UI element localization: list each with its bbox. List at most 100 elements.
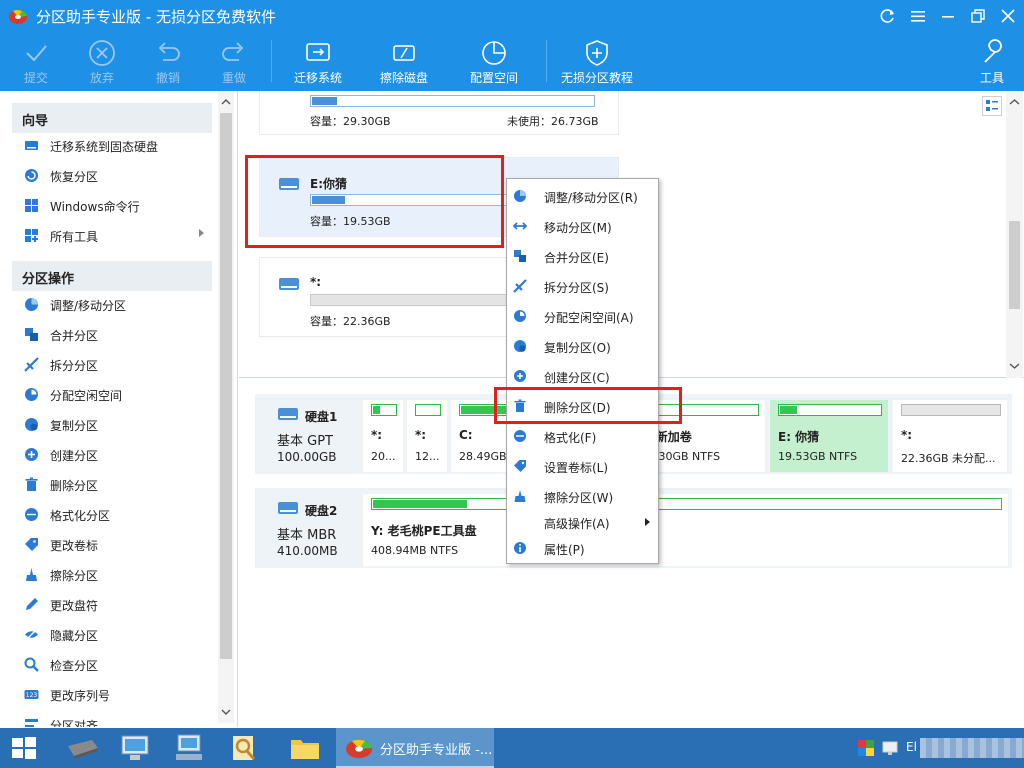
allocate-space-icon [482, 41, 506, 65]
menu-item-format[interactable]: 格式化(F) [507, 421, 658, 451]
menu-item-merge-partition[interactable]: 合并分区(E) [507, 241, 658, 271]
tray-language-indicator[interactable]: El [906, 740, 917, 754]
close-window-button[interactable] [994, 4, 1022, 28]
sidebar-item-delete-partition[interactable]: 删除分区 [12, 470, 212, 500]
toolbar-allocate-space-button[interactable]: 配置空间 [464, 36, 524, 88]
sidebar-item-migrate-ssd[interactable]: 迁移系统到固态硬盘 [12, 131, 212, 161]
info-icon [514, 542, 526, 554]
sidebar-item-align-partition[interactable]: 分区对齐 [12, 710, 212, 727]
menu-item-allocate-space[interactable]: 分配空闲空间(A) [507, 301, 658, 331]
disk-segment[interactable]: *: 12... [407, 400, 447, 472]
sidebar-item-change-label[interactable]: 更改卷标 [12, 530, 212, 560]
minimize-button[interactable] [934, 4, 962, 28]
sidebar-item-copy-partition[interactable]: 复制分区 [12, 410, 212, 440]
menu-icon [911, 11, 925, 22]
start-button[interactable] [0, 730, 54, 766]
menu-item-split-partition[interactable]: 拆分分区(S) [507, 271, 658, 301]
disk-header: 硬盘2 基本 MBR 410.00MB [255, 488, 360, 568]
list-view-icon [986, 100, 998, 111]
tray-clock-redacted [920, 738, 1024, 758]
disk-segment-selected[interactable]: E: 你猜 19.53GB NTFS [770, 400, 888, 472]
sidebar-item-merge-partition[interactable]: 合并分区 [12, 320, 212, 350]
sidebar-scrollbar-thumb[interactable] [220, 113, 232, 659]
taskbar-app-search[interactable] [218, 730, 272, 766]
toolbar-migrate-button[interactable]: 迁移系统 [288, 36, 348, 88]
menu-item-properties[interactable]: 属性(P) [507, 533, 658, 563]
context-menu: 调整/移动分区(R) 移动分区(M) 合并分区(E) 拆分分区(S) 分配空闲空… [506, 178, 659, 564]
disk-type: 基本 MBR [277, 528, 337, 543]
partition-card[interactable]: 容量：29.30GB 未使用：26.73GB [259, 91, 619, 135]
taskbar-app-partition-assistant[interactable]: 分区助手专业版 -... [336, 728, 494, 768]
app-logo-icon [346, 739, 372, 758]
usage-bar [310, 95, 595, 107]
sidebar-item-wipe-partition[interactable]: 擦除分区 [12, 560, 212, 590]
sidebar-item-format-partition[interactable]: 格式化分区 [12, 500, 212, 530]
segment-info: 22.36GB 未分配... [901, 452, 996, 465]
disk-segment[interactable]: *: 22.36GB 未分配... [893, 400, 1007, 472]
capacity-text: 容量：29.30GB [310, 115, 391, 128]
card-view-scrollbar-thumb[interactable] [1009, 221, 1020, 309]
toolbar-tutorial-button[interactable]: 无损分区教程 [558, 36, 636, 88]
sidebar-item-create-partition[interactable]: 创建分区 [12, 440, 212, 470]
menu-item-move-partition[interactable]: 移动分区(M) [507, 211, 658, 241]
card-view-scrollbar[interactable] [1006, 91, 1023, 378]
menu-item-copy-partition[interactable]: 复制分区(O) [507, 331, 658, 361]
sidebar-item-resize-partition[interactable]: 调整/移动分区 [12, 290, 212, 320]
restore-icon [971, 9, 985, 23]
taskbar-app-hardware[interactable] [56, 730, 110, 766]
scroll-up-icon[interactable] [1006, 95, 1023, 109]
sidebar-item-hide-partition[interactable]: 隐藏分区 [12, 620, 212, 650]
sidebar-item-change-drive-letter[interactable]: 更改盘符 [12, 590, 212, 620]
refresh-button[interactable] [874, 4, 902, 28]
disk-segment[interactable]: Y: 老毛桃PE工具盘 408.94MB NTFS [363, 494, 1008, 566]
memory-chip-icon [68, 740, 98, 759]
taskbar-app-computer[interactable] [110, 730, 164, 766]
disk-header: 硬盘1 基本 GPT 100.00GB [255, 394, 360, 474]
segment-bar-fill [780, 406, 797, 414]
recover-icon [25, 169, 38, 182]
menu-button[interactable] [904, 4, 932, 28]
resize-icon [25, 298, 38, 311]
sidebar-item-check-partition[interactable]: 检查分区 [12, 650, 212, 680]
sidebar-item-windows-cmd[interactable]: Windows命令行 [12, 191, 212, 221]
sidebar-scrollbar[interactable] [218, 91, 234, 723]
serial-icon: 123 [24, 690, 39, 699]
wipe-disk-icon [393, 45, 415, 61]
toolbar-undo-button[interactable]: 撤销 [144, 36, 192, 88]
sidebar-item-allocate-space[interactable]: 分配空闲空间 [12, 380, 212, 410]
sidebar-item-split-partition[interactable]: 拆分分区 [12, 350, 212, 380]
taskbar-app-monitor[interactable] [164, 730, 218, 766]
toolbar-commit-button[interactable]: 提交 [12, 36, 60, 88]
sidebar-item-change-serial[interactable]: 123 更改序列号 [12, 680, 212, 710]
toolbar-tools-button[interactable]: 工具 [970, 36, 1014, 88]
segment-info: 19.53GB NTFS [778, 450, 858, 463]
scroll-up-icon[interactable] [218, 95, 234, 109]
check-partition-icon [24, 657, 39, 672]
tag-icon [25, 538, 38, 551]
highlight-selected-partition [245, 155, 504, 248]
disk-segment[interactable]: *: 20... [363, 400, 403, 472]
disk-name: 硬盘1 [305, 410, 338, 424]
restore-button[interactable] [964, 4, 992, 28]
highlight-delete-partition [494, 387, 682, 424]
taskbar-app-explorer[interactable] [278, 730, 332, 766]
hard-disk-icon [278, 502, 298, 514]
view-toggle-button[interactable] [982, 96, 1002, 116]
disk-name: 硬盘2 [305, 504, 338, 518]
scroll-down-icon[interactable] [218, 705, 234, 719]
menu-item-resize-partition[interactable]: 调整/移动分区(R) [507, 181, 658, 211]
toolbar-discard-button[interactable]: 放弃 [78, 36, 126, 88]
close-icon [1001, 9, 1015, 23]
display-tray-icon[interactable] [882, 740, 898, 756]
folder-icon [291, 740, 319, 759]
sidebar-item-all-tools[interactable]: 所有工具 [12, 221, 212, 251]
hide-icon [25, 628, 38, 641]
color-tray-icon[interactable] [858, 740, 874, 756]
toolbar-wipe-disk-button[interactable]: 擦除磁盘 [374, 36, 434, 88]
minimize-icon [942, 16, 954, 18]
scroll-down-icon[interactable] [1006, 359, 1023, 373]
sidebar-item-recover-partition[interactable]: 恢复分区 [12, 161, 212, 191]
create-icon [514, 370, 526, 382]
toolbar-redo-button[interactable]: 重做 [210, 36, 258, 88]
menu-item-set-label[interactable]: 设置卷标(L) [507, 451, 658, 481]
